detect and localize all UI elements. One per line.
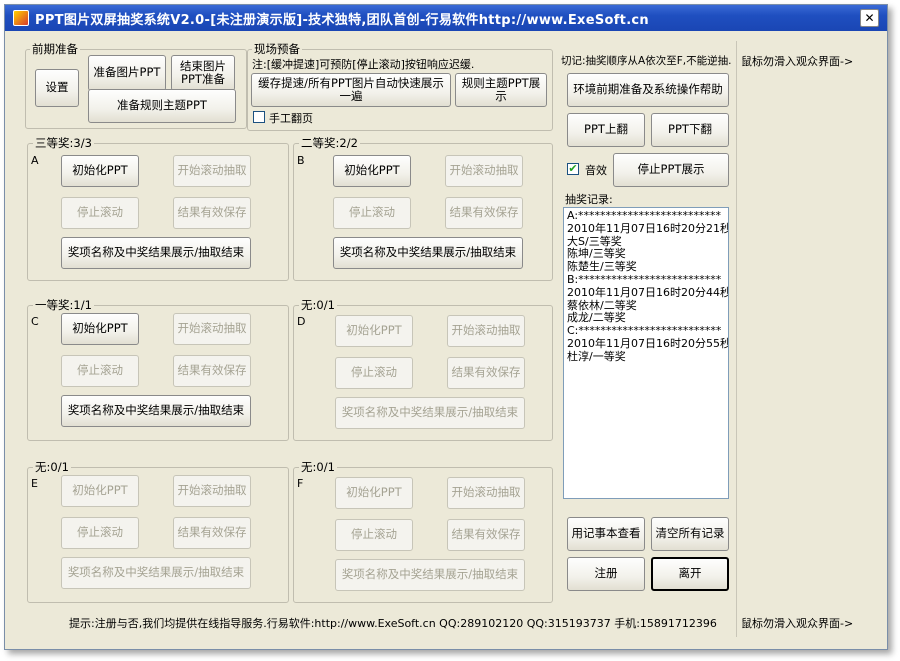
group-c-stop-button[interactable]: 停止滚动 [61,355,139,387]
record-line: 杜淳/一等奖 [567,349,626,363]
group-a-label: 三等奖:3/3 [33,135,94,151]
group-d-letter: D [297,315,306,328]
record-line: 2010年11月07日16时20分55秒: [567,336,729,350]
group-f-init-button[interactable]: 初始化PPT [335,477,413,509]
group-b-init-button[interactable]: 初始化PPT [333,155,411,187]
group-c-save-button[interactable]: 结果有效保存 [173,355,251,387]
group-a-stop-button[interactable]: 停止滚动 [61,197,139,229]
group-f-show-button[interactable]: 奖项名称及中奖结果展示/抽取结束 [335,559,525,591]
cache-speedup-button[interactable]: 缓存提速/所有PPT图片自动快速展示一遍 [251,73,451,107]
clear-records-button[interactable]: 清空所有记录 [651,517,729,551]
group-b-letter: B [297,154,305,167]
group-f-label: 无:0/1 [299,459,337,475]
group-b-save-button[interactable]: 结果有效保存 [445,197,523,229]
group-c-start-button[interactable]: 开始滚动抽取 [173,313,251,345]
group-e-init-button[interactable]: 初始化PPT [61,475,139,507]
group-c-init-button[interactable]: 初始化PPT [61,313,139,345]
group-f-stop-button[interactable]: 停止滚动 [335,519,413,551]
record-line: 2010年11月07日16时20分21秒: [567,221,729,235]
sound-label: 音效 [585,164,607,177]
group-a-save-button[interactable]: 结果有效保存 [173,197,251,229]
group-a-show-button[interactable]: 奖项名称及中奖结果展示/抽取结束 [61,237,251,269]
stop-ppt-button[interactable]: 停止PPT展示 [613,153,729,187]
group-f-start-button[interactable]: 开始滚动抽取 [447,477,525,509]
record-line: B:************************** [567,272,722,286]
group-f-letter: F [297,477,304,490]
records-textbox[interactable]: A:************************** 2010年11月07日… [563,207,729,499]
manual-page-checkbox[interactable] [253,111,265,123]
title-bar[interactable]: PPT图片双屏抽奖系统V2.0-[未注册演示版]-技术独特,团队首创-行易软件h… [5,5,887,31]
record-line: 2010年11月07日16时20分44秒: [567,285,729,299]
manual-page-label: 手工翻页 [269,112,313,125]
group-d-start-button[interactable]: 开始滚动抽取 [447,315,525,347]
group-d-show-button[interactable]: 奖项名称及中奖结果展示/抽取结束 [335,397,525,429]
footer-tip: 提示:注册与否,我们均提供在线指导服务.行易软件:http://www.ExeS… [69,617,717,630]
group-e-label: 无:0/1 [33,459,71,475]
window-title: PPT图片双屏抽奖系统V2.0-[未注册演示版]-技术独特,团队首创-行易软件h… [35,12,649,28]
group-e-stop-button[interactable]: 停止滚动 [61,517,139,549]
live-note: 注:[缓冲提速]可预防[停止滚动]按钮响应迟缓. [252,58,475,71]
order-warning: 切记:抽奖顺序从A依次至F,不能逆抽. [561,55,732,67]
group-c-label: 一等奖:1/1 [33,297,94,313]
settings-button[interactable]: 设置 [35,69,79,107]
app-icon [13,10,29,26]
group-a-letter: A [31,154,39,167]
records-label: 抽奖记录: [565,193,613,206]
group-e-letter: E [31,477,38,490]
ppt-up-button[interactable]: PPT上翻 [567,113,645,147]
group-d-init-button[interactable]: 初始化PPT [335,315,413,347]
audience-divider [736,41,737,637]
main-window: PPT图片双屏抽奖系统V2.0-[未注册演示版]-技术独特,团队首创-行易软件h… [4,4,888,650]
group-e-start-button[interactable]: 开始滚动抽取 [173,475,251,507]
record-line: A:************************** [567,209,722,222]
sound-checkbox[interactable]: ✔ [567,163,579,175]
live-legend: 现场预备 [254,42,300,56]
audience-hint-top: 鼠标勿滑入观众界面-> [741,55,854,68]
group-e-save-button[interactable]: 结果有效保存 [173,517,251,549]
leave-button[interactable]: 离开 [651,557,729,591]
prep-legend: 前期准备 [32,42,78,56]
group-f-save-button[interactable]: 结果有效保存 [447,519,525,551]
rules-show-button[interactable]: 规则主题PPT展示 [455,73,547,107]
group-c-show-button[interactable]: 奖项名称及中奖结果展示/抽取结束 [61,395,251,427]
group-a-init-button[interactable]: 初始化PPT [61,155,139,187]
group-a-start-button[interactable]: 开始滚动抽取 [173,155,251,187]
prepare-images-button[interactable]: 准备图片PPT [88,55,166,91]
help-button[interactable]: 环境前期准备及系统操作帮助 [567,73,729,107]
ppt-down-button[interactable]: PPT下翻 [651,113,729,147]
group-d-stop-button[interactable]: 停止滚动 [335,357,413,389]
group-e-show-button[interactable]: 奖项名称及中奖结果展示/抽取结束 [61,557,251,589]
prepare-rules-button[interactable]: 准备规则主题PPT [88,89,236,123]
group-b-start-button[interactable]: 开始滚动抽取 [445,155,523,187]
group-c-letter: C [31,315,39,328]
group-b-label: 二等奖:2/2 [299,135,360,151]
audience-hint-bottom: 鼠标勿滑入观众界面-> [741,617,854,630]
group-d-save-button[interactable]: 结果有效保存 [447,357,525,389]
close-button[interactable]: ✕ [860,9,879,27]
notepad-view-button[interactable]: 用记事本查看 [567,517,645,551]
end-images-button[interactable]: 结束图片PPT准备 [171,55,235,91]
group-b-show-button[interactable]: 奖项名称及中奖结果展示/抽取结束 [333,237,523,269]
group-b-stop-button[interactable]: 停止滚动 [333,197,411,229]
group-d-label: 无:0/1 [299,297,337,313]
register-button[interactable]: 注册 [567,557,645,591]
